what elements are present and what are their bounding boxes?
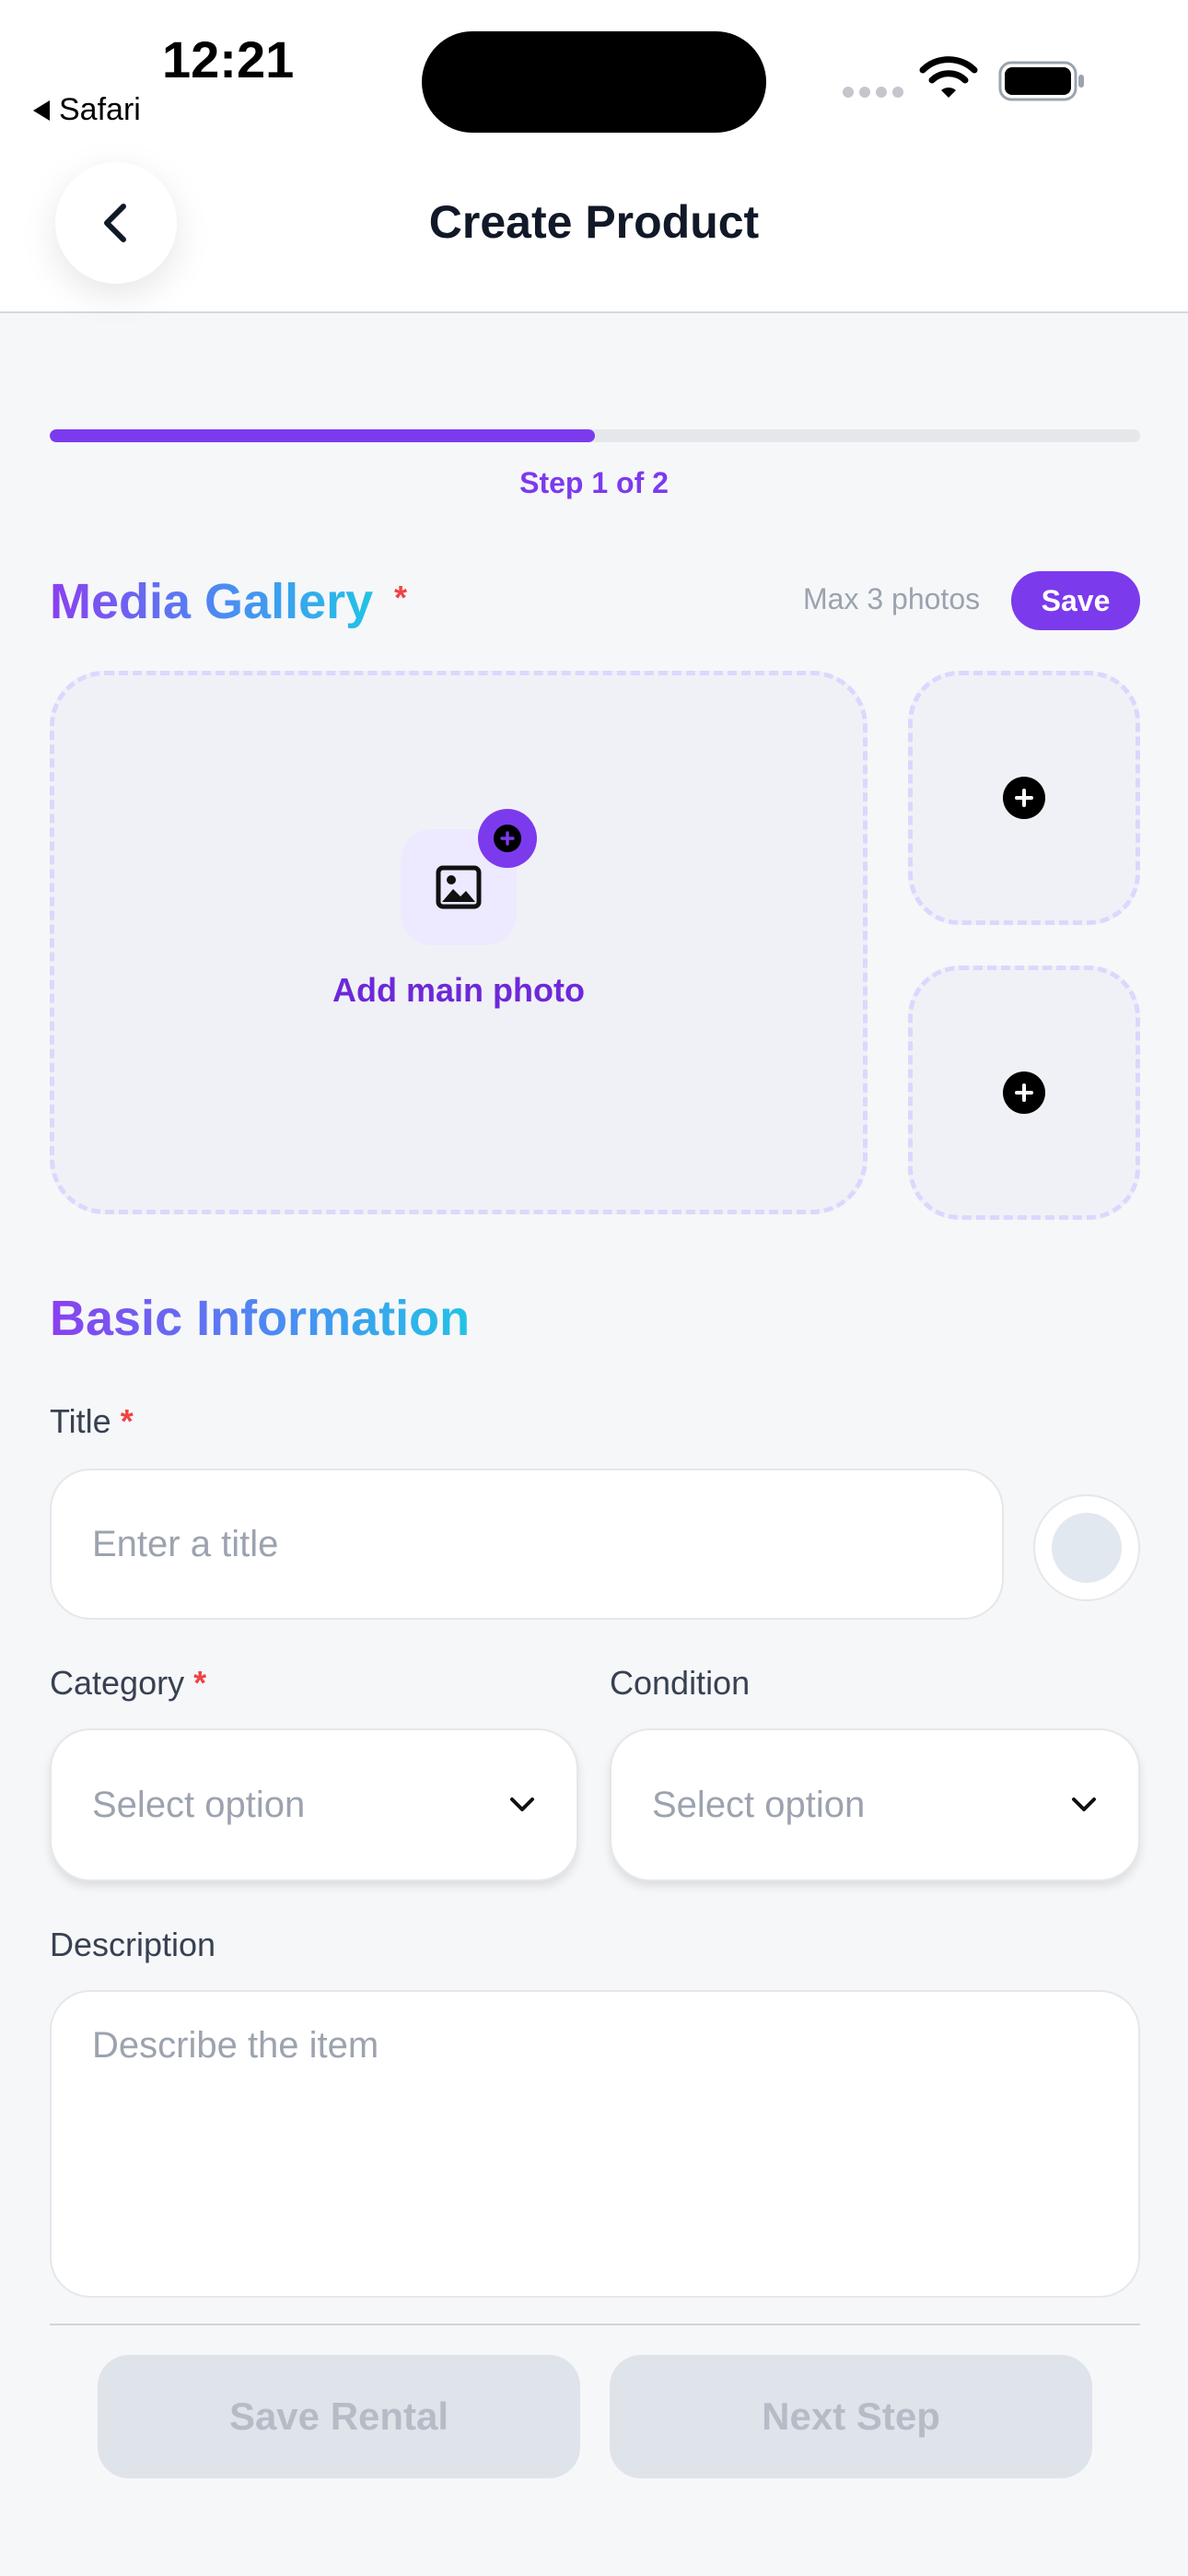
description-textarea[interactable]: Describe the item	[50, 1990, 1140, 2298]
save-rental-button[interactable]: Save Rental	[98, 2355, 580, 2478]
add-main-photo-label: Add main photo	[332, 971, 585, 1009]
description-label: Description	[50, 1926, 216, 1963]
required-mark: *	[394, 579, 408, 616]
progress-fill	[50, 429, 595, 442]
title-placeholder: Enter a title	[92, 1523, 279, 1564]
chevron-down-icon	[1072, 1797, 1096, 1811]
category-select[interactable]: Select option	[50, 1728, 578, 1881]
plus-icon	[1003, 777, 1045, 819]
category-required-mark: *	[193, 1664, 207, 1702]
image-icon-box	[401, 809, 537, 945]
status-time: 12:21	[162, 30, 295, 88]
description-placeholder: Describe the item	[92, 2025, 379, 2066]
image-icon	[436, 865, 482, 909]
category-label-text: Category	[50, 1664, 185, 1702]
wifi-icon	[919, 56, 978, 98]
back-triangle-icon	[33, 100, 50, 121]
page-title: Create Product	[428, 196, 760, 248]
title-side-button[interactable]	[1033, 1494, 1140, 1601]
save-button[interactable]: Save	[1011, 571, 1140, 630]
dynamic-island	[422, 31, 766, 133]
basic-information-title-text: Basic Information	[50, 1291, 471, 1346]
circle-placeholder-icon	[1052, 1513, 1122, 1583]
basic-information-title: Basic Information	[50, 1290, 470, 1347]
condition-select[interactable]: Select option	[610, 1728, 1140, 1881]
media-gallery-title-text: Media Gallery	[50, 574, 374, 629]
plus-icon	[1003, 1071, 1045, 1114]
back-to-app-link[interactable]: Safari	[33, 92, 141, 128]
add-photo-badge[interactable]	[478, 809, 537, 868]
title-input[interactable]: Enter a title	[50, 1469, 1004, 1620]
title-label-text: Title	[50, 1402, 111, 1440]
battery-icon	[998, 61, 1084, 101]
next-step-button[interactable]: Next Step	[610, 2355, 1092, 2478]
category-label: Category *	[50, 1664, 206, 1703]
max-photos-label: Max 3 photos	[803, 582, 981, 615]
condition-label: Condition	[610, 1664, 751, 1702]
back-app-label: Safari	[59, 92, 141, 127]
step-label: Step 1 of 2	[519, 466, 669, 499]
condition-value: Select option	[652, 1784, 866, 1825]
chevron-down-icon	[510, 1797, 534, 1811]
main-photo-dropzone[interactable]: Add main photo	[50, 671, 868, 1214]
title-label: Title *	[50, 1402, 134, 1441]
signal-icon	[843, 87, 903, 98]
media-gallery-title: Media Gallery	[50, 573, 373, 630]
progress-bar	[50, 429, 1140, 442]
plus-icon	[494, 825, 521, 852]
extra-photo-slot-2[interactable]	[908, 966, 1140, 1220]
top-bar: 12:21 Safari Create Product	[0, 0, 1188, 313]
category-value: Select option	[92, 1784, 306, 1825]
footer-divider	[50, 2324, 1140, 2325]
extra-photo-slot-1[interactable]	[908, 671, 1140, 925]
title-required-mark: *	[120, 1402, 134, 1440]
